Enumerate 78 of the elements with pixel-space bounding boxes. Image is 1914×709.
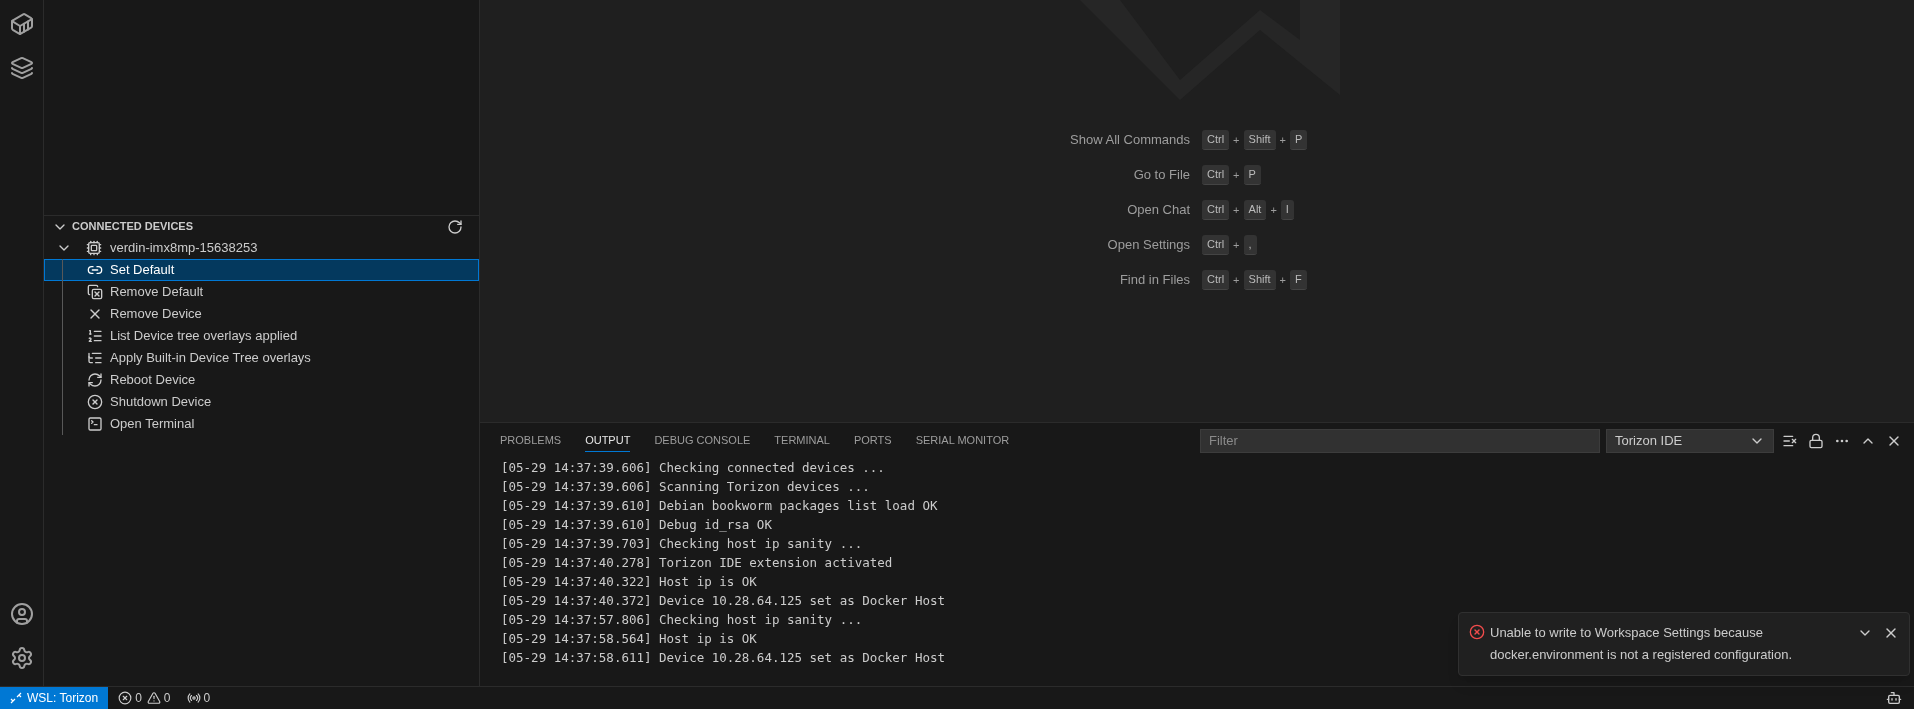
plus-sign: + (1269, 202, 1278, 218)
plus-sign: + (1232, 272, 1241, 288)
panel-tab[interactable]: TERMINAL (774, 428, 830, 453)
refresh-icon (87, 372, 103, 388)
key-cap: Ctrl (1202, 130, 1230, 150)
device-board-icon (86, 240, 102, 256)
output-line: [05-29 14:37:40.372] Device 10.28.64.125 set as Docker Host (501, 592, 945, 610)
panel-tab[interactable]: OUTPUT (585, 428, 631, 453)
shortcut-label: Show All Commands (1069, 131, 1191, 150)
notification-message: Unable to write to Workspace Settings because docker.environment is not a registered configuration. (1490, 624, 1794, 664)
account-icon[interactable] (9, 602, 34, 626)
tree-item[interactable]: Open Terminal (44, 413, 479, 435)
key-cap: Shift (1243, 130, 1276, 150)
warning-icon (146, 691, 161, 705)
tree-item[interactable]: Remove Device (44, 303, 479, 325)
key-cap: , (1243, 235, 1257, 255)
shortcut-label: Find in Files (1118, 271, 1191, 290)
plus-sign: + (1232, 167, 1241, 183)
layers-icon[interactable] (9, 56, 34, 80)
circle-x-icon (87, 394, 103, 410)
tree-item[interactable]: Remove Default (44, 281, 479, 303)
channel-dropdown[interactable]: Torizon IDE (1606, 428, 1774, 453)
plus-sign: + (1232, 202, 1241, 218)
panel-tab[interactable]: PROBLEMS (500, 428, 562, 453)
plus-sign: + (1278, 272, 1287, 288)
tree-item[interactable]: Shutdown Device (44, 391, 479, 413)
problems-indicator[interactable]: 0 0 (118, 689, 171, 707)
error-icon (1469, 624, 1485, 640)
tree-item[interactable]: Apply Built-in Device Tree overlays (44, 347, 479, 369)
panel-tab[interactable]: SERIAL MONITOR (915, 428, 1010, 453)
key-cap: Ctrl (1202, 235, 1230, 255)
section-title[interactable]: CONNECTED DEVICES (72, 218, 194, 235)
panel-tab[interactable]: DEBUG CONSOLE (654, 428, 751, 453)
tree-item[interactable]: Set Default (44, 259, 479, 281)
shortcut-label: Open Chat (1126, 201, 1191, 220)
key-cap: F (1290, 270, 1307, 290)
plus-sign: + (1232, 132, 1241, 148)
settings-icon[interactable] (9, 646, 34, 670)
key-cap: Alt (1243, 200, 1267, 220)
key-cap: P (1243, 165, 1261, 185)
key-cap: P (1290, 130, 1308, 150)
output-line: [05-29 14:37:57.806] Checking host ip sanity ... (501, 611, 863, 629)
plus-sign: + (1278, 132, 1287, 148)
tree-item[interactable]: Reboot Device (44, 369, 479, 391)
output-line: [05-29 14:37:39.610] Debian bookworm packages list load OK (501, 497, 938, 515)
key-cap: I (1280, 200, 1294, 220)
output-line: [05-29 14:37:39.703] Checking host ip sanity ... (501, 535, 863, 553)
output-line: [05-29 14:37:58.564] Host ip is OK (501, 630, 757, 648)
shortcut-label: Open Settings (1106, 236, 1191, 255)
output-line: [05-29 14:37:40.278] Torizon IDE extension activated (501, 554, 893, 572)
bot-icon[interactable] (1886, 690, 1902, 706)
output-line: [05-29 14:37:39.610] Debug id_rsa OK (501, 516, 772, 534)
key-cap: Shift (1243, 270, 1276, 290)
output-line: [05-29 14:37:39.606] Scanning Torizon devices ... (501, 478, 870, 496)
container-icon[interactable] (9, 12, 34, 36)
terminal-icon (87, 416, 103, 432)
ports-indicator[interactable]: 0 (186, 689, 211, 707)
copy-x-icon (87, 284, 103, 300)
output-line: [05-29 14:37:58.611] Device 10.28.64.125 set as Docker Host (501, 649, 945, 667)
remote-indicator[interactable]: WSL: Torizon (0, 687, 109, 709)
output-line: [05-29 14:37:39.606] Checking connected devices ... (501, 459, 885, 477)
filter-field[interactable]: Filter (1200, 428, 1600, 453)
list-icon (87, 328, 103, 344)
antenna-icon (186, 691, 201, 705)
tree-item[interactable]: List Device tree overlays applied (44, 325, 479, 347)
plus-sign: + (1232, 237, 1241, 253)
key-cap: Ctrl (1202, 200, 1230, 220)
remote-icon (10, 692, 22, 704)
key-cap: Ctrl (1202, 165, 1230, 185)
list-tree-icon (87, 350, 103, 366)
output-line: [05-29 14:37:40.322] Host ip is OK (501, 573, 757, 591)
refresh-icon[interactable] (447, 218, 463, 235)
panel-tab[interactable]: PORTS (853, 428, 892, 453)
shortcut-label: Go to File (1132, 166, 1191, 185)
circle-x-icon (118, 691, 133, 705)
device-name[interactable]: verdin-imx8mp-15638253 (110, 238, 258, 258)
lock-icon[interactable] (1808, 432, 1824, 449)
key-cap: Ctrl (1202, 270, 1230, 290)
